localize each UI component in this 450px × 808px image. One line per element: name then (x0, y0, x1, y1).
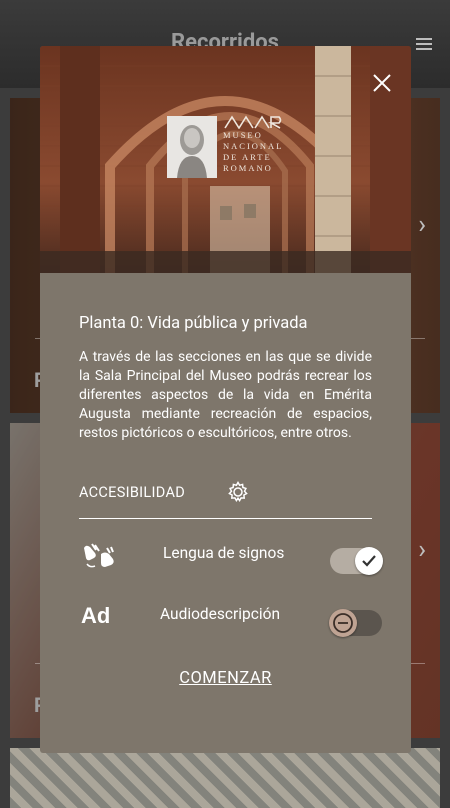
sign-language-toggle[interactable] (330, 547, 383, 575)
audio-description-icon: Ad (81, 603, 111, 628)
divider (79, 518, 372, 519)
sign-language-label: Lengua de signos (163, 544, 285, 562)
gear-icon[interactable] (227, 481, 249, 503)
audio-description-toggle[interactable] (329, 609, 382, 637)
museum-hero-image: MUSEO NACIONAL DE ARTE ROMANO (40, 46, 411, 273)
toggle-knob (355, 547, 383, 575)
route-title: Planta 0: Vida pública y privada (79, 314, 308, 333)
accessibility-label: ACCESIBILIDAD (79, 484, 186, 501)
museum-name: MUSEO NACIONAL DE ARTE ROMANO (223, 130, 284, 173)
route-card[interactable] (10, 748, 440, 808)
start-button[interactable]: COMENZAR (40, 669, 411, 688)
chevron-right-icon[interactable]: › (418, 535, 426, 565)
chevron-right-icon[interactable]: › (418, 210, 426, 240)
close-icon[interactable] (371, 72, 393, 94)
route-dialog: MUSEO NACIONAL DE ARTE ROMANO Planta 0: … (40, 46, 411, 753)
bust-logo-icon (167, 116, 217, 178)
route-description: A través de las secciones en las que se … (79, 349, 372, 441)
sign-language-icon (81, 542, 117, 574)
toggle-knob (329, 609, 357, 637)
museum-logo: MUSEO NACIONAL DE ARTE ROMANO (167, 114, 287, 180)
hamburger-menu-icon[interactable] (416, 38, 432, 53)
audio-description-label: Audiodescripción (160, 605, 281, 623)
